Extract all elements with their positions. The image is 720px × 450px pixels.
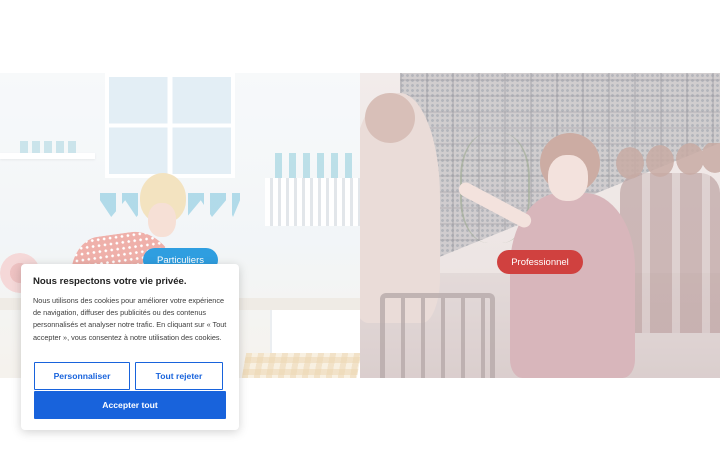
cookie-banner-text: Nous utilisons des cookies pour améliore…: [33, 296, 227, 342]
hero-panel-professionnel[interactable]: [360, 73, 720, 378]
page: Particuliers Professionnel Nous respecto…: [0, 0, 720, 450]
image-overlay: [360, 73, 720, 378]
customize-button[interactable]: Personnaliser: [34, 362, 130, 390]
accept-all-button[interactable]: Accepter tout: [34, 391, 226, 419]
professionnel-button[interactable]: Professionnel: [497, 250, 583, 274]
reject-all-button[interactable]: Tout rejeter: [135, 362, 223, 390]
cookie-consent-banner: Nous respectons votre vie privée. Nous u…: [21, 264, 239, 430]
cookie-banner-title: Nous respectons votre vie privée.: [33, 276, 187, 287]
